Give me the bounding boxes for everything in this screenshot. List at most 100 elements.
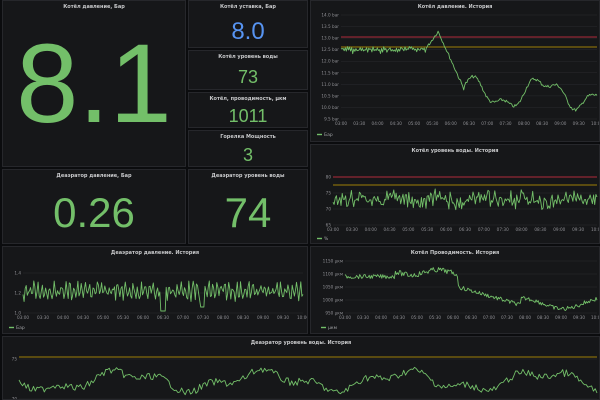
x-tick-label: 08:00 bbox=[519, 315, 531, 320]
boiler-water-level-value: 73 bbox=[237, 67, 259, 87]
x-tick-label: 08:30 bbox=[237, 315, 249, 320]
y-tick-label: 1100 µкм bbox=[323, 272, 343, 277]
x-tick-label: 07:00 bbox=[483, 315, 495, 320]
x-tick-label: 04:00 bbox=[57, 315, 69, 320]
y-tick-label: 12.5 bar bbox=[321, 47, 339, 52]
x-tick-label: 07:00 bbox=[481, 121, 493, 126]
x-tick-label: 06:30 bbox=[157, 315, 169, 320]
deaerator-water-level-value: 74 bbox=[224, 189, 272, 236]
legend-label: µкм bbox=[328, 326, 337, 331]
x-tick-label: 03:00 bbox=[327, 227, 339, 232]
y-tick-label: 11.0 bar bbox=[321, 82, 339, 87]
boiler-conductivity-history-panel[interactable]: Котёл Проводимость. История 1150 µкм 1100… bbox=[310, 246, 600, 334]
x-tick-label: 05:30 bbox=[117, 315, 129, 320]
x-tick-label: 08:00 bbox=[217, 315, 229, 320]
panel-title: Котёл, проводимость, µкм bbox=[209, 96, 287, 102]
x-tick-label: 07:30 bbox=[500, 121, 512, 126]
panel-title: Деаэратор давление, Бар bbox=[56, 173, 132, 179]
burner-power-value: 3 bbox=[242, 145, 253, 165]
x-tick-label: 09:30 bbox=[573, 121, 585, 126]
y-tick-label: 1.4 bbox=[14, 271, 21, 276]
series-line bbox=[332, 188, 598, 211]
y-tick-label: 12.0 bar bbox=[321, 59, 339, 64]
deaerator-water-level-panel[interactable]: Деаэратор уровень воды 74 bbox=[188, 169, 308, 244]
x-tick-label: 06:30 bbox=[463, 121, 475, 126]
y-tick-label: 13.0 bar bbox=[321, 36, 339, 41]
x-tick-label: 09:30 bbox=[573, 315, 585, 320]
y-tick-label: 10.5 bar bbox=[321, 93, 339, 98]
x-tick-label: 04:30 bbox=[384, 227, 396, 232]
legend-swatch bbox=[9, 326, 14, 329]
x-tick-label: 05:30 bbox=[421, 227, 433, 232]
boiler-conductivity-panel[interactable]: Котёл, проводимость, µкм 1011 bbox=[188, 92, 308, 128]
x-tick-label: 03:00 bbox=[335, 121, 347, 126]
x-tick-label: 10:00 bbox=[591, 315, 600, 320]
boiler-pressure-history-graph: 14.0 bar 13.5 bar 13.0 bar 12.5 bar 12.0 bar… bbox=[317, 13, 600, 138]
x-tick-label: 07:30 bbox=[197, 315, 209, 320]
x-tick-label: 06:00 bbox=[447, 315, 459, 320]
deaerator-pressure-history-graph: 1.41.21.003:00 03:30 04:00 04:30 05:00 05:30 0… bbox=[9, 271, 308, 331]
y-tick-label: 1000 µкм bbox=[323, 298, 343, 303]
boiler-setpoint-panel[interactable]: Котёл уставка, Бар 8.0 bbox=[188, 0, 308, 48]
legend-swatch bbox=[321, 326, 326, 329]
x-tick-label: 08:30 bbox=[537, 315, 549, 320]
panel-title: Котёл уровень воды bbox=[218, 54, 278, 60]
x-tick-label: 08:30 bbox=[536, 121, 548, 126]
x-tick-label: 08:00 bbox=[516, 227, 528, 232]
y-tick-label: 80 bbox=[326, 175, 332, 180]
x-tick-label: 03:30 bbox=[37, 315, 49, 320]
deaerator-pressure-history-panel[interactable]: Деаэратор давление. История 1.4 1.2 1.0 03:… bbox=[2, 246, 308, 334]
x-tick-label: 04:30 bbox=[77, 315, 89, 320]
y-tick-label: 75 bbox=[12, 357, 18, 362]
x-tick-label: 06:00 bbox=[137, 315, 149, 320]
x-tick-label: 06:30 bbox=[459, 227, 471, 232]
deaerator-level-history-graph: 75 70 bbox=[12, 357, 598, 400]
boiler-pressure-panel[interactable]: Котёл давление, Бар 8.1 bbox=[2, 0, 186, 167]
x-tick-label: 09:00 bbox=[553, 227, 565, 232]
panel-title: Деаэратор уровень воды bbox=[211, 173, 285, 179]
x-tick-label: 05:00 bbox=[402, 227, 414, 232]
x-tick-label: 06:00 bbox=[440, 227, 452, 232]
x-tick-label: 09:00 bbox=[554, 121, 566, 126]
x-tick-label: 07:30 bbox=[501, 315, 513, 320]
x-tick-label: 09:00 bbox=[555, 315, 567, 320]
x-tick-label: 03:30 bbox=[346, 227, 358, 232]
y-tick-label: 70 bbox=[12, 397, 18, 400]
x-tick-label: 10:00 bbox=[297, 315, 308, 320]
x-tick-label: 05:00 bbox=[411, 315, 423, 320]
panel-title: Горелка Мощность bbox=[220, 134, 276, 140]
x-tick-label: 07:00 bbox=[478, 227, 490, 232]
x-tick-label: 04:30 bbox=[393, 315, 405, 320]
x-tick-label: 03:00 bbox=[17, 315, 29, 320]
deaerator-pressure-panel[interactable]: Деаэратор давление, Бар 0.26 bbox=[2, 169, 186, 244]
boiler-water-level-panel[interactable]: Котёл уровень воды 73 bbox=[188, 50, 308, 90]
deaerator-pressure-value: 0.26 bbox=[53, 189, 135, 236]
panel-title: Котёл давление, Бар bbox=[63, 4, 125, 10]
x-tick-label: 03:30 bbox=[357, 315, 369, 320]
series-line bbox=[22, 280, 304, 312]
x-tick-label: 05:00 bbox=[97, 315, 109, 320]
boiler-level-history-graph: 8075706503:00 03:30 04:00 04:30 05:00 05:30 06… bbox=[317, 175, 600, 242]
y-tick-label: 10.0 bar bbox=[321, 105, 339, 110]
x-tick-label: 05:30 bbox=[426, 121, 438, 126]
x-tick-label: 07:00 bbox=[177, 315, 189, 320]
burner-power-panel[interactable]: Горелка Мощность 3 bbox=[188, 130, 308, 167]
x-tick-label: 04:00 bbox=[375, 315, 387, 320]
x-tick-label: 10:00 bbox=[591, 227, 600, 232]
deaerator-level-history-panel[interactable]: Деаэратор уровень воды. История 75 70 bbox=[2, 336, 600, 400]
x-tick-label: 04:30 bbox=[390, 121, 402, 126]
y-tick-label: 1050 µкм bbox=[323, 285, 343, 290]
x-tick-label: 05:00 bbox=[408, 121, 420, 126]
x-tick-label: 07:30 bbox=[497, 227, 509, 232]
x-tick-label: 04:00 bbox=[372, 121, 384, 126]
y-tick-label: 1.2 bbox=[14, 291, 21, 296]
x-tick-label: 08:30 bbox=[534, 227, 546, 232]
y-tick-label: 14.0 bar bbox=[321, 13, 339, 18]
boiler-pressure-history-panel[interactable]: Котёл давление. История 14.0 bar 13.5 bar… bbox=[310, 0, 600, 142]
x-tick-label: 06:30 bbox=[465, 315, 477, 320]
x-tick-label: 10:00 bbox=[591, 121, 600, 126]
boiler-level-history-panel[interactable]: Котёл уровень воды. История 80 75 70 65 03:0… bbox=[310, 144, 600, 244]
x-tick-label: 09:30 bbox=[572, 227, 584, 232]
x-tick-label: 05:30 bbox=[429, 315, 441, 320]
series-line bbox=[18, 366, 598, 396]
